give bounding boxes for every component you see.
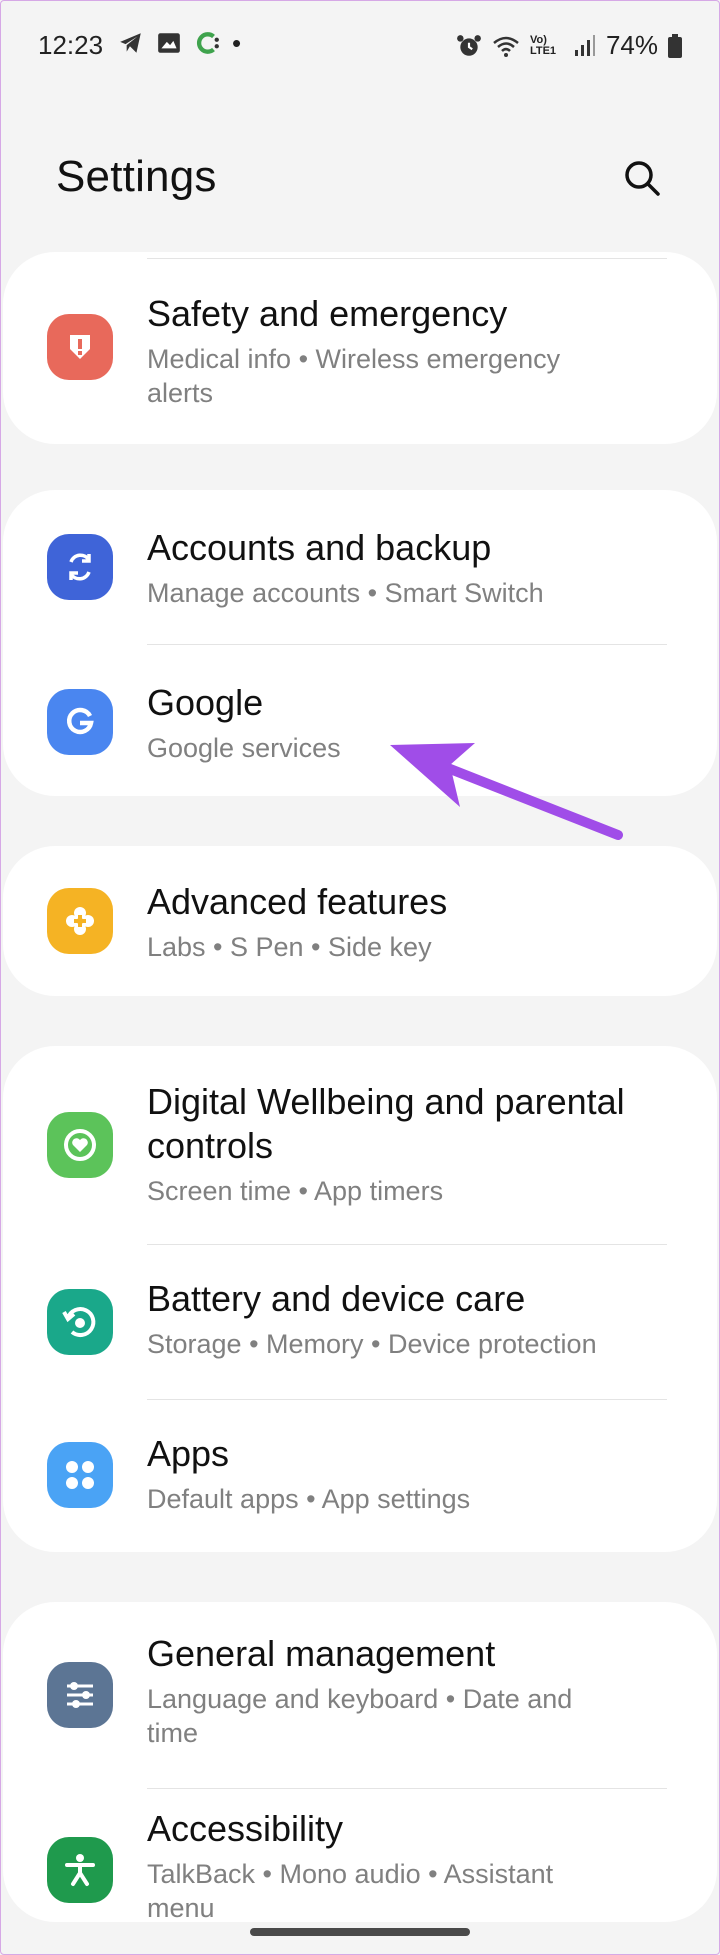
gallery-icon	[158, 33, 180, 53]
system-status-icons: Vo) LTE1 74%	[456, 30, 682, 61]
battery-care-icon-tile	[47, 1289, 113, 1355]
gesture-home-bar[interactable]	[250, 1928, 470, 1936]
settings-item-advanced-features[interactable]: Advanced features Labs • S Pen • Side ke…	[3, 846, 717, 996]
item-subtitle: Default apps • App settings	[147, 1484, 471, 1514]
advanced-icon-tile	[47, 888, 113, 954]
status-time: 12:23	[38, 30, 104, 60]
battery-percent: 74%	[605, 30, 658, 60]
refresh-circle-icon	[62, 1307, 96, 1338]
app-notification-icon	[197, 32, 219, 54]
item-title: Digital Wellbeing and parental	[147, 1081, 625, 1122]
item-title: General management	[147, 1633, 496, 1674]
item-subtitle: Google services	[147, 733, 341, 763]
heart-circle-icon	[64, 1129, 96, 1161]
annotation-arrow	[390, 743, 623, 840]
item-title-continued: controls	[147, 1125, 274, 1166]
item-title: Google	[147, 682, 264, 723]
page-title: Settings	[56, 152, 217, 201]
settings-item-general-management[interactable]: General management Language and keyboard…	[3, 1602, 717, 1788]
apps-icon-tile	[47, 1442, 113, 1508]
wellbeing-icon-tile	[47, 1112, 113, 1178]
item-subtitle: Screen time • App timers	[147, 1176, 444, 1206]
alert-icon	[70, 335, 90, 359]
signal-icon	[574, 34, 595, 56]
alarm-icon	[457, 34, 481, 56]
item-subtitle: Manage accounts • Smart Switch	[147, 578, 544, 608]
item-title: Safety and emergency	[147, 293, 508, 334]
item-title: Accessibility	[147, 1808, 344, 1849]
accessibility-icon	[65, 1854, 95, 1886]
settings-item-accessibility[interactable]: Accessibility TalkBack • Mono audio • As…	[3, 1789, 717, 1922]
more-notifications-dot: •	[232, 28, 242, 58]
notification-icons: •	[118, 30, 241, 56]
plus-gear-icon	[66, 907, 94, 935]
google-icon	[66, 707, 94, 735]
item-subtitle: Labs • S Pen • Side key	[147, 932, 432, 962]
google-icon-tile	[47, 689, 113, 755]
wifi-icon	[493, 36, 519, 57]
settings-item-digital-wellbeing[interactable]: Digital Wellbeing and parental controls …	[3, 1046, 717, 1244]
accounts-icon-tile	[47, 534, 113, 600]
settings-item-apps[interactable]: Apps Default apps • App settings	[3, 1400, 717, 1552]
accessibility-icon-tile	[47, 1837, 113, 1903]
item-subtitle: Medical info • Wireless emergency	[147, 344, 561, 374]
item-title: Accounts and backup	[147, 527, 492, 568]
item-subtitle: Storage • Memory • Device protection	[147, 1329, 597, 1359]
sync-icon	[69, 553, 91, 581]
settings-card-safety: Safety and emergency Medical info • Wire…	[3, 252, 717, 444]
search-icon	[625, 161, 660, 196]
battery-icon	[668, 33, 682, 58]
item-subtitle: Language and keyboard • Date and	[147, 1684, 573, 1714]
settings-item-battery-and-device-care[interactable]: Battery and device care Storage • Memory…	[3, 1245, 717, 1399]
item-subtitle-continued: menu	[147, 1893, 215, 1919]
settings-item-accounts-and-backup[interactable]: Accounts and backup Manage accounts • Sm…	[3, 490, 717, 644]
settings-card-system: General management Language and keyboard…	[3, 1602, 717, 1922]
sliders-icon	[67, 1682, 93, 1708]
item-subtitle-continued: alerts	[147, 378, 214, 408]
settings-card-advanced: Advanced features Labs • S Pen • Side ke…	[3, 846, 717, 996]
status-bar: 12:23 • Vo) LTE1 74%	[0, 0, 720, 92]
telegram-icon	[120, 33, 141, 53]
settings-item-safety-and-emergency[interactable]: Safety and emergency Medical info • Wire…	[3, 252, 717, 444]
settings-card-device: Digital Wellbeing and parental controls …	[3, 1046, 717, 1552]
network-label: Vo) LTE1	[529, 33, 557, 57]
general-icon-tile	[47, 1662, 113, 1728]
item-title: Apps	[147, 1433, 230, 1474]
item-subtitle: TalkBack • Mono audio • Assistant	[147, 1859, 554, 1889]
item-title: Advanced features	[147, 881, 448, 922]
item-subtitle-continued: time	[147, 1718, 199, 1748]
search-button[interactable]	[618, 154, 666, 202]
item-title: Battery and device care	[147, 1278, 526, 1319]
apps-grid-icon	[66, 1461, 94, 1489]
safety-icon-tile	[47, 314, 113, 380]
